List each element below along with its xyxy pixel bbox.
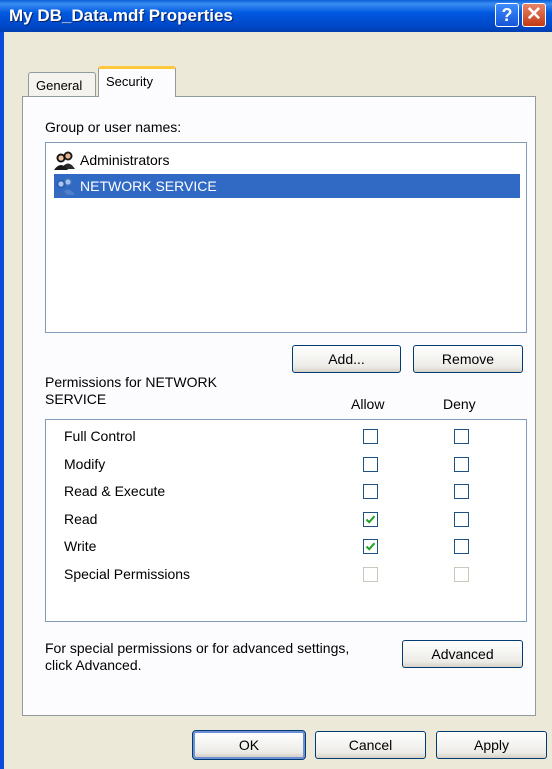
- user-item-administrators[interactable]: Administrators: [54, 148, 520, 172]
- deny-checkbox[interactable]: [454, 511, 469, 527]
- deny-checkbox[interactable]: [454, 566, 469, 582]
- apply-button[interactable]: Apply: [436, 731, 547, 759]
- group-label: Group or user names:: [45, 119, 182, 135]
- tab-general[interactable]: General: [28, 72, 96, 96]
- advanced-help-text-cont: click Advanced.: [45, 657, 142, 673]
- advanced-help-text: For special permissions or for advanced …: [45, 640, 350, 656]
- add-button[interactable]: Add...: [292, 345, 401, 373]
- users-group-icon: [54, 177, 75, 196]
- checkmark-icon: [365, 515, 376, 524]
- allow-checkbox[interactable]: [363, 484, 378, 499]
- deny-checkbox[interactable]: [454, 429, 469, 444]
- window-frame-left: [0, 32, 4, 769]
- permission-name: Modify: [64, 455, 106, 472]
- close-button[interactable]: ✕: [522, 3, 546, 27]
- permission-name: Read: [64, 510, 98, 527]
- ok-button[interactable]: OK: [192, 730, 306, 760]
- advanced-button[interactable]: Advanced: [402, 640, 523, 668]
- permission-name: Full Control: [64, 428, 136, 444]
- allow-checkbox[interactable]: [363, 566, 378, 582]
- deny-checkbox[interactable]: [454, 484, 469, 499]
- users-group-icon: [54, 151, 75, 170]
- deny-checkbox[interactable]: [454, 539, 469, 554]
- deny-checkbox[interactable]: [454, 456, 469, 472]
- permissions-label-cont: SERVICE: [45, 391, 107, 407]
- user-name: NETWORK SERVICE: [80, 178, 217, 194]
- permission-name: Read & Execute: [64, 483, 166, 499]
- allow-checkbox[interactable]: [363, 511, 378, 527]
- window-title: My DB_Data.mdf Properties: [9, 6, 233, 25]
- permissions-label: Permissions for NETWORK: [45, 374, 217, 390]
- remove-button[interactable]: Remove: [413, 345, 523, 373]
- tab-security[interactable]: Security: [98, 66, 176, 97]
- permission-name: Special Permissions: [64, 565, 191, 582]
- allow-checkbox[interactable]: [363, 429, 378, 444]
- help-button[interactable]: ?: [495, 3, 519, 27]
- allow-checkbox[interactable]: [363, 456, 378, 472]
- user-name: Administrators: [80, 152, 170, 168]
- checkmark-icon: [365, 542, 376, 551]
- permissions-list[interactable]: Full Control Modify Read & Execute Read Writ…: [45, 419, 527, 622]
- user-item-network-service[interactable]: NETWORK SERVICE: [54, 174, 520, 198]
- allow-checkbox[interactable]: [363, 539, 378, 554]
- cancel-button[interactable]: Cancel: [315, 731, 426, 759]
- permission-name: Write: [64, 538, 97, 554]
- deny-column-header: Deny: [443, 396, 476, 412]
- allow-column-header: Allow: [351, 396, 385, 412]
- user-list[interactable]: Administrators NETWORK SERVICE: [45, 142, 527, 333]
